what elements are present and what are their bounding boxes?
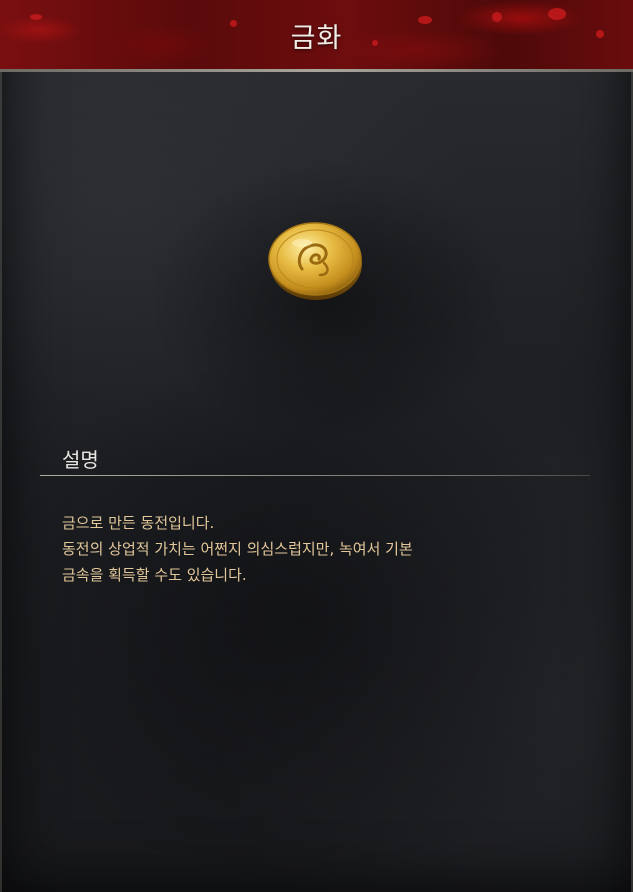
panel-border-left bbox=[0, 72, 2, 892]
gold-coin-icon bbox=[266, 217, 364, 301]
section-heading-description: 설명 bbox=[62, 448, 99, 472]
item-title: 금화 bbox=[290, 23, 343, 54]
description-line: 금속을 획득할 수도 있습니다. bbox=[62, 566, 247, 584]
section-divider bbox=[40, 475, 590, 476]
description-line: 동전의 상업적 가치는 어쩐지 의심스럽지만, 녹여서 기본 bbox=[62, 540, 413, 558]
description-line: 금으로 만든 동전입니다. bbox=[62, 514, 215, 532]
title-banner: 금화 bbox=[0, 0, 633, 72]
item-detail-panel: 금화 설명 금으로 만든 동전입니다. 동전의 상업적 가치는 어쩐지 의심스럽… bbox=[0, 0, 633, 892]
item-description: 금으로 만든 동전입니다. 동전의 상업적 가치는 어쩐지 의심스럽지만, 녹여… bbox=[62, 510, 582, 588]
